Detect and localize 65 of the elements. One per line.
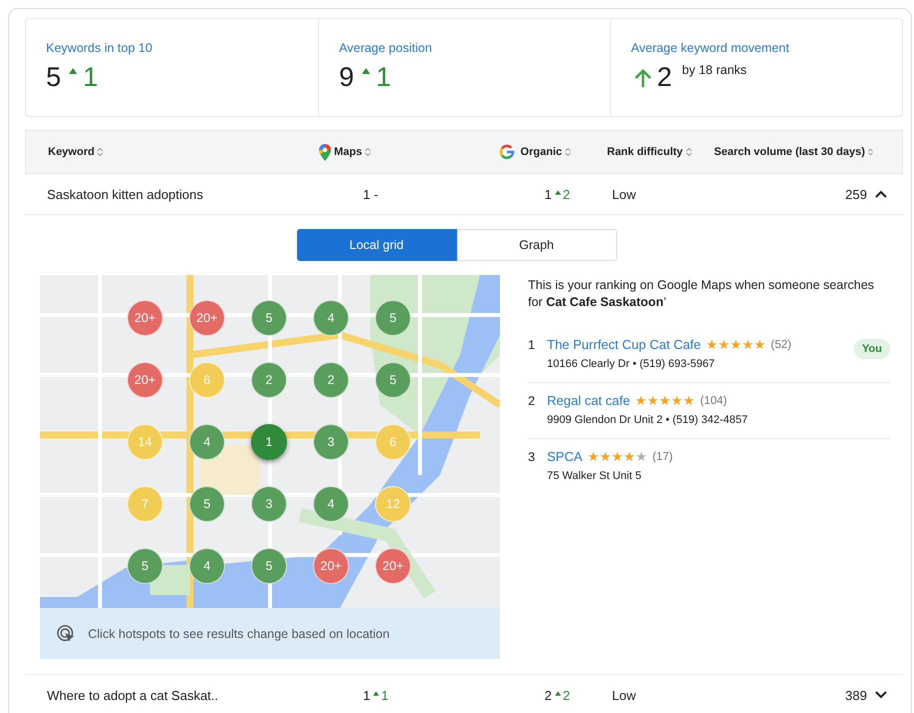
star-rating: ★★★★★ — [706, 337, 766, 352]
business-link[interactable]: Regal cat cafe — [547, 393, 630, 408]
sort-icon — [365, 147, 372, 157]
volume-cell-text: 259 — [844, 186, 867, 202]
column-header[interactable]: Maps — [313, 144, 443, 160]
business-link[interactable]: SPCA — [547, 449, 582, 464]
table-row[interactable]: Saskatoon kitten adoptions 1 - 1 2 Low 259 — [25, 174, 903, 215]
stat-value: 2 — [657, 62, 672, 92]
difficulty-cell-text: Low — [611, 688, 637, 702]
keyword-cell-text: Saskatoon kitten adoptions — [47, 186, 204, 202]
g-logo-icon — [499, 144, 516, 160]
maps-rank: 1 — [363, 688, 370, 702]
cursor-click-icon — [56, 624, 76, 644]
business-address: 75 Walker St Unit 5 — [547, 470, 642, 482]
business-address: 9909 Glendon Dr Unit 2 • (519) 342-4857 — [547, 414, 749, 426]
stat-label: Keywords in top 10 — [46, 41, 154, 55]
hint-text: Click hotspots to see results change based on location — [88, 626, 390, 640]
rank-number: 1 — [528, 337, 536, 352]
rank-change: 2 — [562, 186, 570, 202]
sort-icon — [868, 147, 873, 157]
chevron-up-icon[interactable] — [875, 190, 887, 198]
caret-up-icon — [69, 68, 78, 74]
maps-rank: 1 - — [363, 186, 378, 202]
star-rating: ★★★★★ — [635, 393, 696, 408]
arrow-up-icon — [633, 67, 653, 89]
review-count: (104) — [700, 394, 727, 406]
review-count: (17) — [652, 450, 673, 462]
map-pin-icon — [319, 144, 331, 160]
difficulty-cell-text: Low — [611, 186, 637, 202]
business-link[interactable]: The Purrfect Cup Cat Cafe — [547, 337, 701, 352]
table-row[interactable]: Where to adopt a cat Saskat.. 1 1 2 2 Low 389 — [25, 675, 903, 713]
you-badge: You — [854, 339, 890, 359]
stat-change: 1 — [376, 62, 392, 92]
business-address: 10166 Clearly Dr • (519) 693-5967 — [547, 358, 716, 370]
star-rating: ★★★★★ — [587, 449, 648, 464]
description-text: This is your ranking on Google Maps when someone searches for Cat Cafe Saskatoon’ — [528, 277, 876, 311]
sort-icon — [565, 147, 571, 157]
organic-rank: 2 — [544, 688, 552, 702]
rank-change: 1 — [381, 688, 388, 702]
stat-value: 5 — [46, 62, 62, 92]
caret-up-icon — [373, 690, 380, 696]
stat-label: Average keyword movement — [631, 41, 790, 55]
rank-change: 2 — [562, 688, 570, 702]
column-header[interactable]: Keyword — [48, 146, 313, 158]
keyword-cell-text: Where to adopt a cat Saskat.. — [47, 688, 220, 702]
column-header[interactable]: Search volume (last 30 days) — [708, 146, 873, 158]
rank-number: 3 — [528, 449, 536, 464]
view-tab[interactable]: Local grid — [296, 229, 456, 261]
caret-up-icon — [554, 690, 561, 696]
rank-number: 2 — [528, 393, 536, 408]
stat-label: Average position — [339, 41, 433, 55]
caret-up-icon — [362, 68, 370, 74]
column-header[interactable]: Organic — [443, 144, 571, 160]
sort-icon — [97, 147, 104, 157]
stat-value: 9 — [339, 62, 354, 92]
stat-note: by 18 ranks — [682, 63, 747, 77]
stat-change: 1 — [83, 62, 98, 92]
view-tab[interactable]: Graph — [456, 229, 616, 261]
review-count: (52) — [770, 338, 792, 350]
chevron-down-icon[interactable] — [875, 691, 887, 699]
caret-up-icon — [554, 190, 561, 194]
column-header[interactable]: Rank difficulty — [571, 146, 708, 158]
volume-cell-text: 389 — [844, 688, 867, 702]
sort-icon — [686, 147, 692, 157]
organic-rank: 1 — [544, 186, 552, 202]
